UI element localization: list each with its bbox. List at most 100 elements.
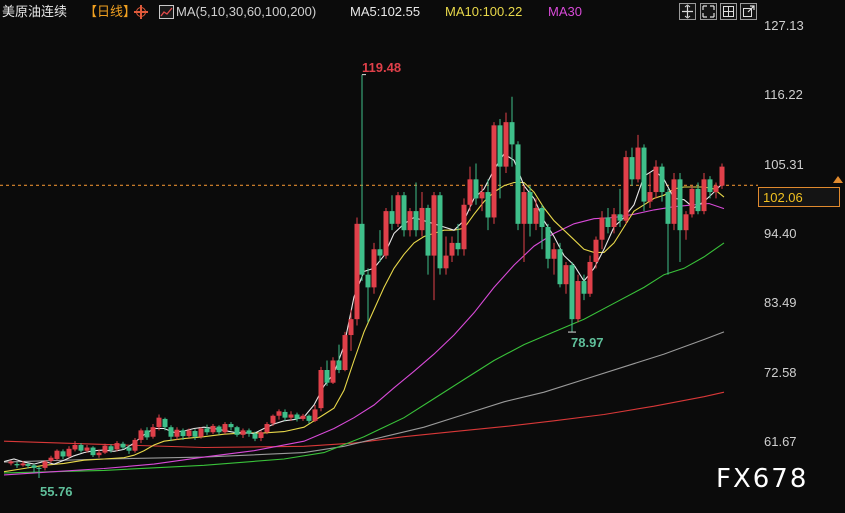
candle-body bbox=[425, 207, 431, 256]
candle-body bbox=[503, 122, 509, 167]
candle-body bbox=[695, 188, 701, 212]
candle-body bbox=[671, 179, 677, 224]
candle-body bbox=[689, 188, 695, 215]
candle-body bbox=[473, 179, 479, 199]
low-annotation: 78.97 bbox=[571, 335, 604, 350]
candle-body bbox=[72, 444, 78, 450]
candle-body bbox=[156, 417, 162, 428]
candle-body bbox=[354, 223, 360, 320]
candle-body bbox=[168, 427, 174, 437]
candle-body bbox=[479, 192, 485, 199]
candle-body bbox=[210, 425, 216, 433]
candle-body bbox=[42, 461, 48, 468]
candle-body bbox=[575, 281, 581, 320]
candle-body bbox=[144, 430, 150, 438]
candle-body bbox=[719, 166, 725, 186]
candle-body bbox=[365, 274, 371, 288]
candle-body bbox=[126, 447, 132, 451]
candle-body bbox=[192, 431, 198, 437]
candle-body bbox=[605, 217, 611, 228]
candle-body bbox=[623, 157, 629, 221]
candle-body bbox=[258, 432, 264, 438]
candle-body bbox=[276, 411, 282, 416]
y-tick-label: 116.22 bbox=[764, 87, 803, 103]
candle-body bbox=[371, 249, 377, 288]
candle-body bbox=[162, 418, 168, 428]
candle-body bbox=[539, 207, 545, 228]
candle-body bbox=[551, 249, 557, 259]
candle-body bbox=[401, 195, 407, 231]
candle-body bbox=[8, 461, 14, 464]
start-low-annotation: 55.76 bbox=[40, 484, 73, 499]
candle-body bbox=[617, 214, 623, 221]
candle-body bbox=[228, 424, 234, 428]
candle-body bbox=[186, 430, 192, 437]
candle-body bbox=[216, 426, 222, 433]
candle-body bbox=[60, 451, 66, 457]
candle-body bbox=[407, 211, 413, 231]
candle-body bbox=[138, 430, 144, 440]
candle-body bbox=[84, 447, 90, 451]
candle-body bbox=[20, 463, 26, 466]
candle-body bbox=[515, 144, 521, 224]
candle-body bbox=[180, 430, 186, 437]
candle-body bbox=[25, 464, 31, 466]
candle-body bbox=[132, 439, 138, 451]
candle-body bbox=[587, 261, 593, 294]
candle-body bbox=[377, 249, 383, 256]
y-tick-label: 105.31 bbox=[764, 156, 804, 172]
candle-body bbox=[306, 415, 312, 421]
candle-body bbox=[300, 415, 306, 419]
candle-body bbox=[395, 195, 401, 224]
candle-body bbox=[324, 369, 330, 383]
candle-body bbox=[312, 409, 318, 421]
candle-body bbox=[348, 319, 354, 336]
candle-body bbox=[641, 147, 647, 202]
candle-body bbox=[264, 424, 270, 433]
candle-body bbox=[443, 255, 449, 269]
candle-body bbox=[497, 125, 503, 167]
candle-body bbox=[120, 443, 126, 448]
candle-body bbox=[36, 467, 42, 469]
candle-body bbox=[629, 157, 635, 180]
candle-body bbox=[14, 464, 20, 466]
price-marker-arrow-icon bbox=[833, 176, 843, 183]
candle-body bbox=[533, 207, 539, 224]
candle-body bbox=[647, 192, 653, 202]
y-tick-label: 83.49 bbox=[764, 295, 797, 311]
candle-body bbox=[545, 227, 551, 259]
candle-body bbox=[336, 360, 342, 370]
candle-body bbox=[461, 204, 467, 250]
candle-body bbox=[252, 433, 258, 439]
candle-body bbox=[557, 249, 563, 285]
candle-body bbox=[90, 447, 96, 456]
candle-body bbox=[234, 427, 240, 435]
candle-body bbox=[683, 214, 689, 231]
candle-body bbox=[48, 457, 54, 461]
candle-body bbox=[54, 450, 60, 459]
candle-body bbox=[659, 166, 665, 193]
candle-body bbox=[96, 452, 102, 456]
candle-body bbox=[701, 179, 707, 212]
candle-body bbox=[419, 207, 425, 231]
candle-body bbox=[359, 223, 365, 275]
candle-body bbox=[431, 195, 437, 256]
candle-body bbox=[31, 465, 37, 468]
candle-body bbox=[569, 265, 575, 320]
candle-body bbox=[485, 192, 491, 218]
candle-body bbox=[509, 122, 515, 145]
candle-body bbox=[318, 369, 324, 409]
watermark-logo: FX678 bbox=[716, 464, 809, 494]
candle-body bbox=[150, 427, 156, 437]
candlestick-chart[interactable] bbox=[0, 0, 845, 513]
candle-body bbox=[713, 185, 719, 193]
candle-body bbox=[246, 430, 252, 434]
candle-body bbox=[467, 179, 473, 205]
candle-body bbox=[204, 428, 210, 433]
candle-body bbox=[294, 414, 300, 419]
candle-body bbox=[198, 428, 204, 437]
candle-body bbox=[599, 217, 605, 240]
candle-body bbox=[581, 281, 587, 294]
candle-body bbox=[593, 239, 599, 262]
candle-body bbox=[66, 448, 72, 457]
